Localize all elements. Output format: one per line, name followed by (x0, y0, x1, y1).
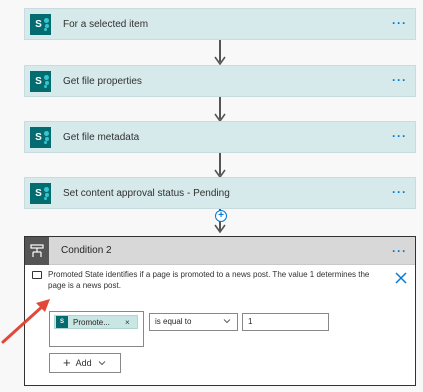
condition-note: Promoted State identifies if a page is p… (30, 269, 410, 295)
more-options-icon[interactable]: ··· (392, 16, 407, 30)
condition-left-operand-field[interactable]: S Promote... × (49, 311, 144, 347)
plus-icon: + (63, 355, 71, 370)
step-title: Get file metadata (63, 131, 140, 143)
operator-selected: is equal to (155, 317, 192, 326)
remove-token-icon[interactable]: × (125, 318, 130, 327)
condition-icon (25, 236, 49, 265)
flow-designer-canvas: S For a selected item ··· S Get file pro… (0, 0, 423, 392)
dynamic-content-token[interactable]: S Promote... × (54, 315, 138, 329)
step-card-for-a-selected-item[interactable]: S For a selected item ··· (24, 8, 416, 40)
note-text: Promoted State identifies if a page is p… (48, 270, 370, 290)
condition-title: Condition 2 (61, 245, 112, 256)
step-title: For a selected item (63, 18, 149, 30)
operator-dropdown[interactable]: is equal to (149, 313, 238, 331)
insert-step-plus-icon[interactable]: + (215, 210, 227, 222)
condition-header[interactable]: Condition 2 ··· (25, 236, 415, 265)
chevron-down-icon (98, 361, 105, 366)
step-card-get-file-metadata[interactable]: S Get file metadata ··· (24, 121, 416, 153)
condition-value-field[interactable]: 1 (242, 313, 329, 331)
more-options-icon[interactable]: ··· (392, 73, 407, 87)
condition-card: Condition 2 ··· Promoted State identifie… (24, 236, 416, 386)
sharepoint-icon: S (30, 13, 51, 35)
token-label: Promote... (73, 317, 110, 327)
more-options-icon[interactable]: ··· (392, 129, 407, 143)
more-options-icon[interactable]: ··· (392, 185, 407, 199)
sharepoint-icon: S (30, 70, 51, 92)
comment-icon (32, 271, 42, 279)
step-card-set-content-approval-status[interactable]: S Set content approval status - Pending … (24, 177, 416, 209)
step-title: Get file properties (63, 75, 142, 87)
chevron-down-icon (223, 319, 231, 324)
annotation-arrow-icon (1, 299, 50, 344)
sharepoint-icon: S (30, 182, 51, 204)
sharepoint-icon: S (30, 126, 51, 148)
close-icon[interactable] (394, 271, 408, 285)
add-button[interactable]: + Add (49, 353, 121, 373)
more-options-icon[interactable]: ··· (392, 244, 407, 258)
step-card-get-file-properties[interactable]: S Get file properties ··· (24, 65, 416, 97)
arrow-down-icon (214, 224, 226, 234)
add-label: Add (75, 358, 92, 368)
step-title: Set content approval status - Pending (63, 187, 230, 199)
